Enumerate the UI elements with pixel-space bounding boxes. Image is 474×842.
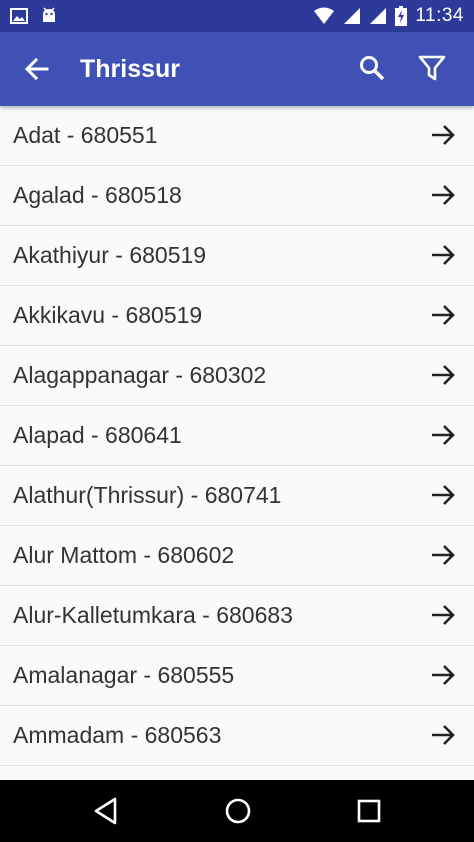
app-bar: Thrissur	[0, 32, 474, 106]
page-title: Thrissur	[80, 55, 181, 83]
list-item-label: Alathur(Thrissur) - 680741	[13, 482, 282, 508]
list-item-label: Agalad - 680518	[13, 182, 182, 208]
arrow-forward-icon[interactable]	[429, 241, 457, 269]
list-item[interactable]: Amalanagar - 680555	[0, 646, 474, 706]
image-notification-icon	[10, 7, 28, 25]
list-item-label: Alagappanagar - 680302	[13, 362, 267, 388]
search-icon[interactable]	[357, 53, 387, 83]
arrow-forward-icon[interactable]	[429, 121, 457, 149]
list-item[interactable]: Agalad - 680518	[0, 166, 474, 226]
status-bar: 11:34	[0, 0, 474, 32]
android-notification-icon	[40, 7, 58, 25]
home-circle-icon[interactable]	[223, 796, 253, 826]
battery-charging-icon	[395, 6, 408, 26]
list-item[interactable]: Adat - 680551	[0, 106, 474, 166]
wifi-icon	[313, 7, 335, 25]
list-item-label: Alapad - 680641	[13, 422, 182, 448]
list-item-label: Adat - 680551	[13, 122, 158, 148]
list-item-label: Ammadam - 680563	[13, 722, 222, 748]
location-list[interactable]: Adat - 680551 Agalad - 680518 Akathiyur …	[0, 106, 474, 780]
list-item[interactable]: Akkikavu - 680519	[0, 286, 474, 346]
list-item[interactable]: Alathur(Thrissur) - 680741	[0, 466, 474, 526]
recents-square-icon[interactable]	[356, 798, 382, 824]
list-item[interactable]: Akathiyur - 680519	[0, 226, 474, 286]
filter-icon[interactable]	[417, 53, 447, 83]
list-item-label: Amalanagar - 680555	[13, 662, 235, 688]
arrow-forward-icon[interactable]	[429, 661, 457, 689]
back-triangle-icon[interactable]	[92, 796, 120, 826]
signal-icon	[369, 7, 387, 25]
arrow-back-icon[interactable]	[22, 54, 52, 84]
arrow-forward-icon[interactable]	[429, 421, 457, 449]
list-item[interactable]: Alur Mattom - 680602	[0, 526, 474, 586]
list-item-label: Alur Mattom - 680602	[13, 542, 235, 568]
arrow-forward-icon[interactable]	[429, 481, 457, 509]
navigation-bar	[0, 780, 474, 842]
arrow-forward-icon[interactable]	[429, 601, 457, 629]
arrow-forward-icon[interactable]	[429, 721, 457, 749]
list-item[interactable]: Alagappanagar - 680302	[0, 346, 474, 406]
arrow-forward-icon[interactable]	[429, 361, 457, 389]
arrow-forward-icon[interactable]	[429, 301, 457, 329]
list-item[interactable]: Alapad - 680641	[0, 406, 474, 466]
signal-icon	[343, 7, 361, 25]
list-item-label: Akkikavu - 680519	[13, 302, 203, 328]
status-time: 11:34	[415, 5, 464, 26]
list-item[interactable]: Alur-Kalletumkara - 680683	[0, 586, 474, 646]
list-item-label: Alur-Kalletumkara - 680683	[13, 602, 293, 628]
arrow-forward-icon[interactable]	[429, 181, 457, 209]
arrow-forward-icon[interactable]	[429, 541, 457, 569]
list-item[interactable]: Ammadam - 680563	[0, 706, 474, 766]
list-item-label: Akathiyur - 680519	[13, 242, 207, 268]
